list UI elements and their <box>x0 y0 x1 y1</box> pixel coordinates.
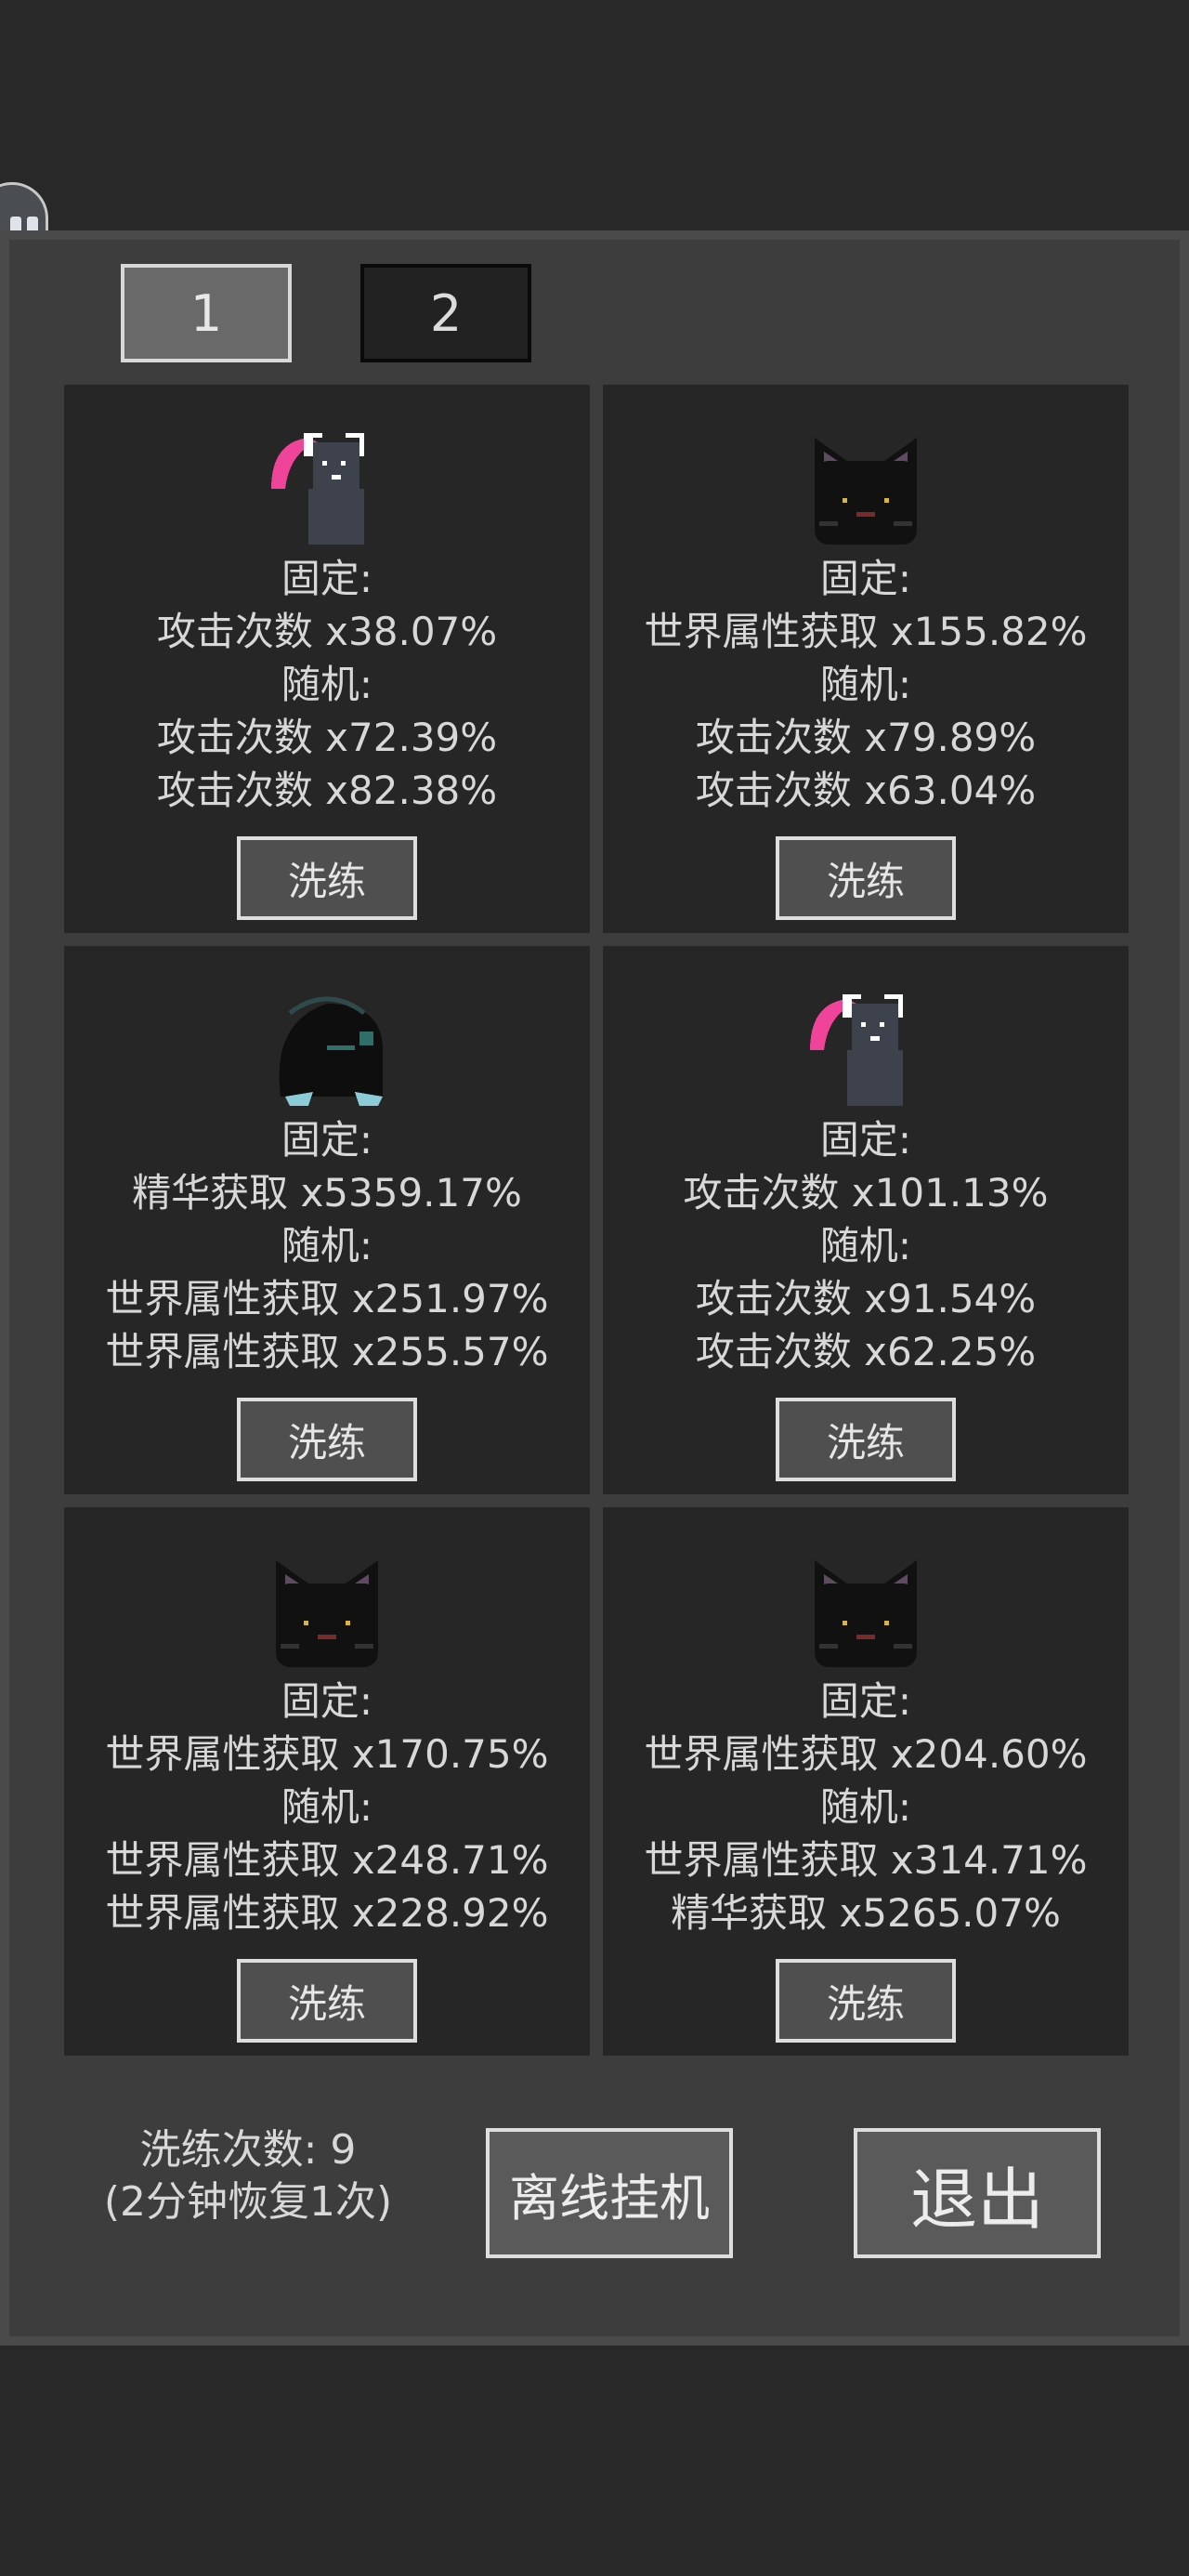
fixed-attribute: 攻击次数 x101.13% <box>683 1170 1049 1216</box>
pet-card: 固定: 世界属性获取 x204.60% 随机: 世界属性获取 x314.71% … <box>603 1507 1129 2056</box>
fixed-label: 固定: <box>819 1117 912 1163</box>
random-label: 随机: <box>281 1223 373 1268</box>
fixed-attribute: 世界属性获取 x170.75% <box>105 1731 549 1777</box>
random-attribute: 精华获取 x5265.07% <box>671 1890 1061 1936</box>
fixed-label: 固定: <box>819 556 912 601</box>
pet-card: 固定: 攻击次数 x38.07% 随机: 攻击次数 x72.39% 攻击次数 x… <box>64 385 590 933</box>
fixed-label: 固定: <box>281 1117 373 1163</box>
black-cat-icon <box>801 1546 931 1676</box>
refine-count: 洗练次数: 9 <box>139 2126 357 2174</box>
pet-card: 固定: 精华获取 x5359.17% 随机: 世界属性获取 x251.97% 世… <box>64 946 590 1494</box>
pet-card: 固定: 世界属性获取 x170.75% 随机: 世界属性获取 x248.71% … <box>64 1507 590 2056</box>
random-label: 随机: <box>819 662 912 707</box>
refine-button[interactable]: 洗练 <box>776 1959 956 2043</box>
scythe-cat-icon <box>801 985 931 1115</box>
random-label: 随机: <box>819 1223 912 1268</box>
exit-button[interactable]: 退出 <box>854 2128 1101 2258</box>
pet-card: 固定: 世界属性获取 x155.82% 随机: 攻击次数 x79.89% 攻击次… <box>603 385 1129 933</box>
fixed-attribute: 世界属性获取 x204.60% <box>644 1731 1088 1777</box>
fixed-attribute: 精华获取 x5359.17% <box>132 1170 522 1216</box>
random-attribute: 攻击次数 x72.39% <box>156 715 498 760</box>
random-attribute: 世界属性获取 x314.71% <box>644 1837 1088 1883</box>
fixed-attribute: 世界属性获取 x155.82% <box>644 609 1088 654</box>
refine-count-info: 洗练次数: 9 (2分钟恢复1次) <box>85 2124 411 2228</box>
hooded-beast-icon <box>262 985 392 1115</box>
random-attribute: 攻击次数 x62.25% <box>695 1329 1037 1374</box>
refine-button[interactable]: 洗练 <box>776 836 956 920</box>
tab-page-2[interactable]: 2 <box>360 264 531 362</box>
fixed-attribute: 攻击次数 x38.07% <box>156 609 498 654</box>
pet-card: 固定: 攻击次数 x101.13% 随机: 攻击次数 x91.54% 攻击次数 … <box>603 946 1129 1494</box>
random-attribute: 世界属性获取 x255.57% <box>105 1329 549 1374</box>
tab-page-1[interactable]: 1 <box>121 264 292 362</box>
fixed-label: 固定: <box>281 556 373 601</box>
random-attribute: 世界属性获取 x251.97% <box>105 1276 549 1321</box>
random-attribute: 世界属性获取 x228.92% <box>105 1890 549 1936</box>
refine-button[interactable]: 洗练 <box>237 836 417 920</box>
recovery-note: (2分钟恢复1次) <box>103 2178 393 2226</box>
refine-button[interactable]: 洗练 <box>776 1398 956 1481</box>
refine-button[interactable]: 洗练 <box>237 1959 417 2043</box>
random-attribute: 攻击次数 x82.38% <box>156 768 498 813</box>
fixed-label: 固定: <box>281 1678 373 1724</box>
random-attribute: 攻击次数 x63.04% <box>695 768 1037 813</box>
black-cat-icon <box>262 1546 392 1676</box>
random-label: 随机: <box>819 1784 912 1830</box>
random-attribute: 世界属性获取 x248.71% <box>105 1837 549 1883</box>
random-attribute: 攻击次数 x91.54% <box>695 1276 1037 1321</box>
fixed-label: 固定: <box>819 1678 912 1724</box>
random-attribute: 攻击次数 x79.89% <box>695 715 1037 760</box>
black-cat-icon <box>801 424 931 554</box>
scythe-cat-icon <box>262 424 392 554</box>
random-label: 随机: <box>281 1784 373 1830</box>
offline-idle-button[interactable]: 离线挂机 <box>486 2128 733 2258</box>
random-label: 随机: <box>281 662 373 707</box>
refine-button[interactable]: 洗练 <box>237 1398 417 1481</box>
